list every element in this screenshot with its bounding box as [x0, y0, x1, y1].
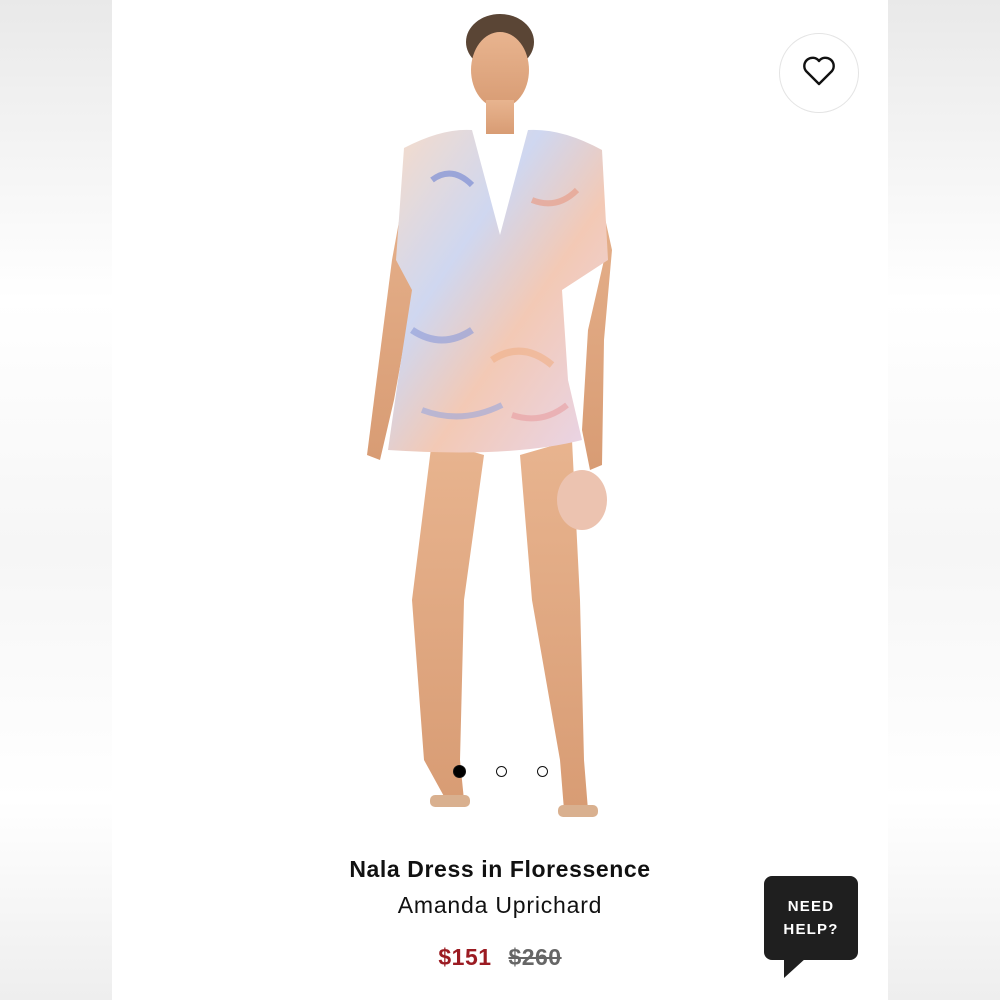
model-illustration	[367, 14, 612, 817]
help-label-line2: HELP?	[783, 921, 839, 938]
help-bubble-tail	[784, 958, 806, 978]
background-left	[0, 0, 112, 1000]
heart-outline-icon	[802, 56, 836, 91]
carousel-dot-2[interactable]	[495, 766, 507, 777]
sale-price: $151	[438, 944, 492, 970]
help-label-line1: NEED	[787, 898, 835, 915]
carousel-dot-1[interactable]	[452, 765, 466, 778]
product-card: Nala Dress in Floressence Amanda Upricha…	[112, 0, 888, 1000]
carousel-dot-3[interactable]	[536, 766, 548, 777]
product-image[interactable]	[112, 0, 888, 840]
carousel-indicators	[112, 765, 888, 778]
need-help-button[interactable]: NEED HELP?	[764, 876, 858, 960]
original-price: $260	[508, 944, 562, 970]
background-right	[888, 0, 1000, 1000]
favorite-button[interactable]	[779, 33, 859, 113]
